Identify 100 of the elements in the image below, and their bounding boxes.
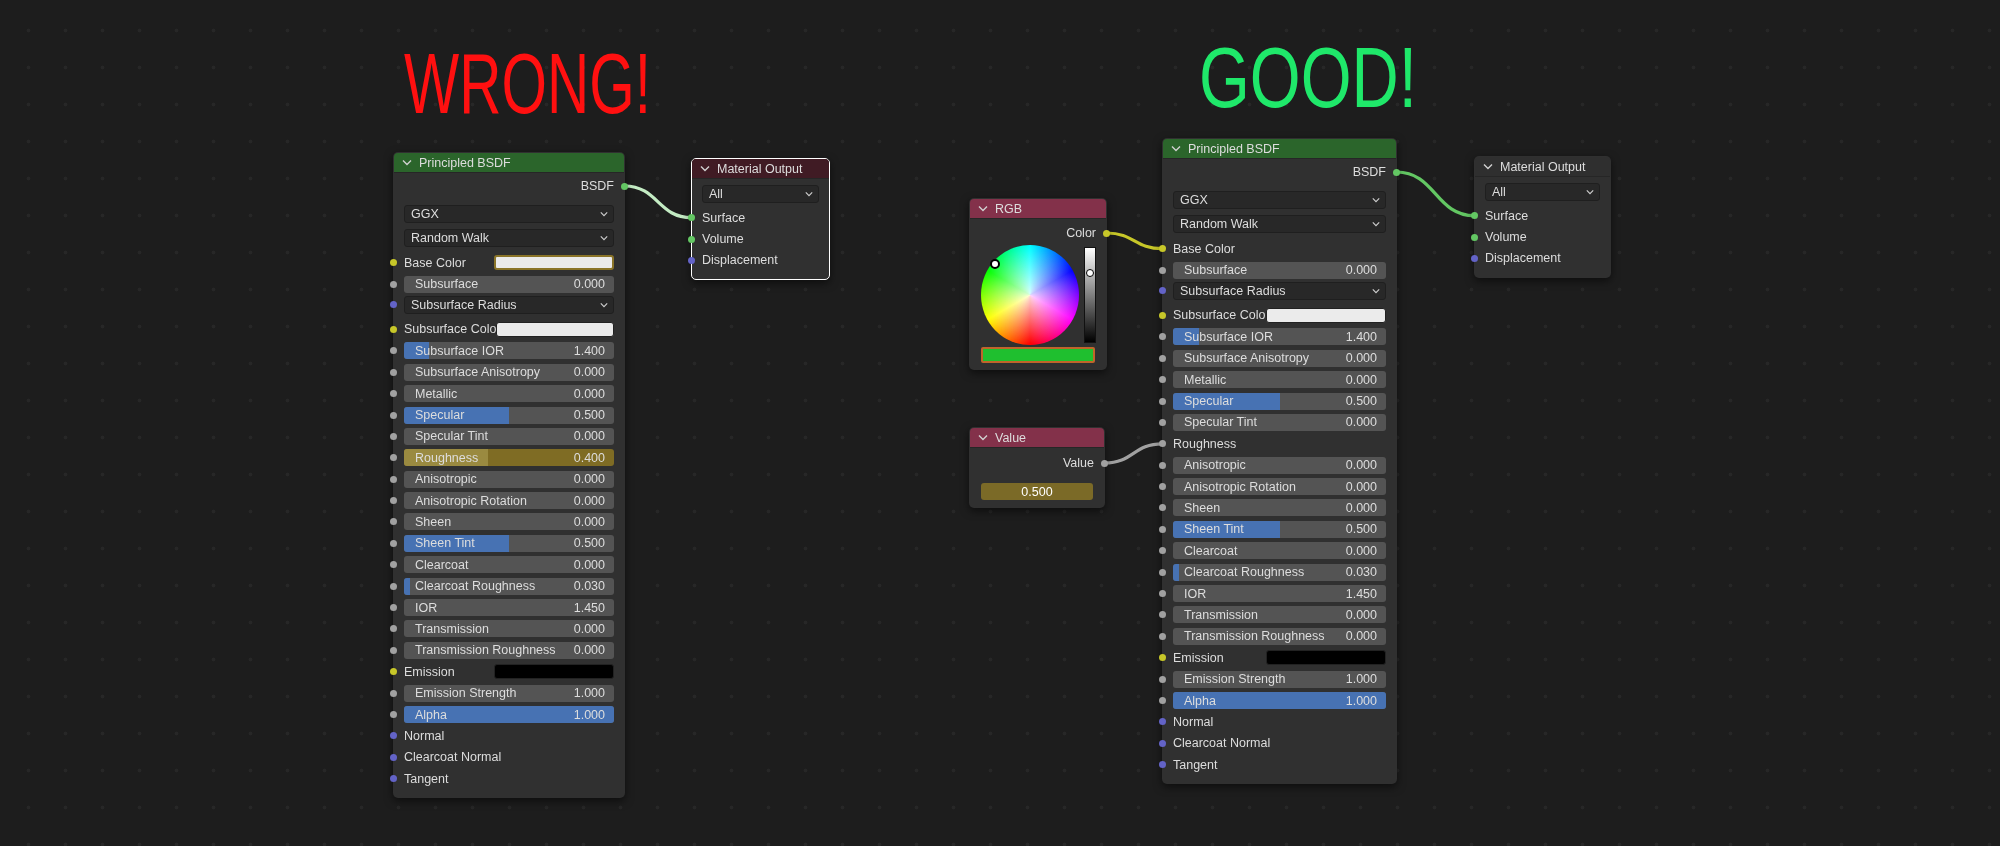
number-slider[interactable]: Clearcoat 0.000 [404,556,614,574]
socket-dot[interactable] [390,582,397,590]
socket-dot[interactable] [1159,245,1166,253]
output-node[interactable]: Material Output All Surface Volume Displacement [691,158,830,281]
socket-dot[interactable] [1159,354,1166,362]
dropdown[interactable]: GGX [404,205,614,223]
socket-dot[interactable] [1159,440,1166,448]
number-slider[interactable]: Emission Strength 1.000 [404,684,614,702]
dropdown[interactable]: All [1485,183,1600,201]
color-swatch[interactable] [496,321,614,337]
socket-dot[interactable] [1159,761,1166,769]
socket-dot[interactable] [1159,739,1166,747]
dropdown[interactable]: GGX [1173,191,1386,209]
color-swatch[interactable] [1266,307,1386,323]
number-slider[interactable]: Specular 0.500 [404,406,614,424]
socket-dot[interactable] [390,301,397,309]
socket-dot[interactable] [390,432,397,440]
shader-node[interactable] [1162,138,1397,785]
socket-dot[interactable] [390,604,397,612]
socket-dot[interactable] [390,732,397,740]
socket-dot[interactable] [1159,718,1166,726]
dropdown[interactable]: Subsurface Radius [1173,281,1386,300]
number-slider[interactable]: Transmission 0.000 [1173,606,1386,624]
number-slider[interactable]: Metallic 0.000 [404,385,614,403]
value-cursor[interactable] [1086,269,1095,277]
number-field[interactable]: 0.500 [981,483,1093,500]
socket-dot[interactable] [390,539,397,547]
number-slider[interactable]: Subsurface 0.000 [404,275,614,293]
socket-dot[interactable] [1471,212,1478,220]
socket-dot[interactable] [1159,675,1166,683]
socket-dot[interactable] [1159,611,1166,619]
value-bar[interactable] [1084,247,1096,343]
dropdown[interactable]: Subsurface Radius [404,295,614,314]
number-slider[interactable]: Anisotropic Rotation 0.000 [1173,478,1386,496]
output-node[interactable]: Material Output All Surface Volume Displacement [1474,156,1611,279]
number-slider[interactable]: Roughness 0.400 [404,449,614,467]
socket-dot[interactable] [390,646,397,654]
color-swatch[interactable] [494,664,614,680]
number-slider[interactable]: Anisotropic Rotation 0.000 [404,492,614,510]
node-header[interactable]: RGB [970,199,1106,219]
socket-dot[interactable] [1159,418,1166,426]
socket-dot[interactable] [390,325,397,333]
socket-dot[interactable] [390,390,397,398]
socket-dot[interactable] [390,689,397,697]
socket-dot[interactable] [1393,168,1400,176]
socket-dot[interactable] [390,775,397,783]
socket-dot[interactable] [1101,459,1108,467]
number-slider[interactable]: Alpha 1.000 [404,706,614,723]
socket-dot[interactable] [1159,697,1166,704]
socket-dot[interactable] [390,518,397,526]
number-slider[interactable]: IOR 1.450 [404,599,614,617]
socket-dot[interactable] [1159,483,1166,491]
socket-dot[interactable] [390,668,397,676]
socket-dot[interactable] [1159,654,1166,662]
socket-dot[interactable] [1159,525,1166,533]
number-slider[interactable]: Sheen 0.000 [404,513,614,531]
number-slider[interactable]: IOR 1.450 [1173,585,1386,603]
dropdown[interactable]: Random Walk [1173,215,1386,233]
socket-dot[interactable] [390,711,397,718]
socket-dot[interactable] [1159,333,1166,341]
color-swatch[interactable] [494,255,614,271]
socket-dot[interactable] [1159,504,1166,512]
number-slider[interactable]: Transmission 0.000 [404,620,614,638]
socket-dot[interactable] [1159,376,1166,384]
number-slider[interactable]: Sheen Tint 0.500 [404,534,614,552]
socket-dot[interactable] [1159,266,1166,274]
socket-dot[interactable] [688,256,695,264]
node-header[interactable]: Value [970,428,1104,448]
number-slider[interactable]: Emission Strength 1.000 [1173,670,1386,688]
dropdown[interactable]: All [702,185,819,203]
number-slider[interactable]: Clearcoat 0.000 [1173,542,1386,560]
socket-dot[interactable] [1159,547,1166,555]
socket-dot[interactable] [390,475,397,483]
number-slider[interactable]: Sheen Tint 0.500 [1173,520,1386,538]
socket-dot[interactable] [390,753,397,761]
socket-dot[interactable] [688,214,695,222]
socket-dot[interactable] [1159,397,1166,405]
number-slider[interactable]: Specular 0.500 [1173,392,1386,410]
socket-dot[interactable] [621,182,628,190]
socket-dot[interactable] [1159,311,1166,319]
dropdown[interactable]: Random Walk [404,229,614,247]
number-slider[interactable]: Clearcoat Roughness 0.030 [1173,563,1386,581]
node-header[interactable]: Principled BSDF [1163,139,1396,159]
socket-dot[interactable] [390,280,397,288]
socket-dot[interactable] [390,347,397,355]
wheel-cursor[interactable] [990,259,1000,269]
socket-dot[interactable] [1471,233,1478,241]
socket-dot[interactable] [1159,461,1166,469]
number-slider[interactable]: Subsurface Anisotropy 0.000 [404,363,614,381]
number-slider[interactable]: Subsurface Anisotropy 0.000 [1173,349,1386,367]
socket-dot[interactable] [390,497,397,505]
number-slider[interactable]: Clearcoat Roughness 0.030 [404,577,614,595]
number-slider[interactable]: Specular Tint 0.000 [1173,413,1386,431]
color-swatch[interactable] [1266,650,1386,666]
number-slider[interactable]: Anisotropic 0.000 [404,470,614,488]
number-slider[interactable]: Alpha 1.000 [1173,692,1386,709]
number-slider[interactable]: Anisotropic 0.000 [1173,456,1386,474]
socket-dot[interactable] [1159,287,1166,295]
number-slider[interactable]: Subsurface 0.000 [1173,261,1386,279]
socket-dot[interactable] [1103,229,1110,237]
